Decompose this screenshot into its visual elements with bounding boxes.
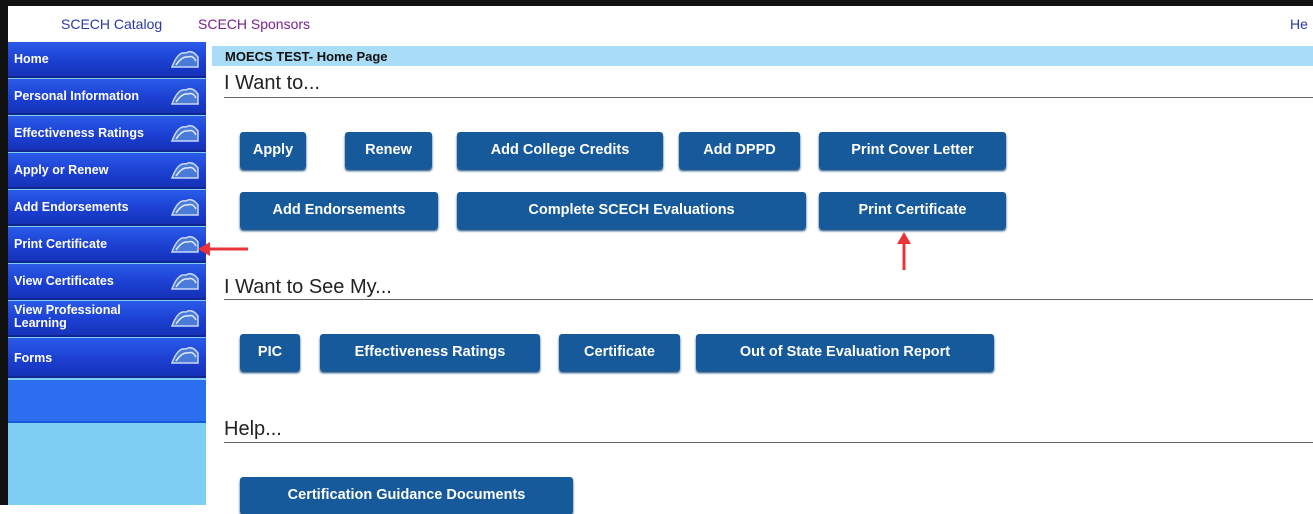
section-divider [224, 97, 1313, 98]
section-title-help: Help... [224, 418, 282, 440]
sidebar-empty-slot [8, 380, 206, 423]
scech-sponsors-link[interactable]: SCECH Sponsors [198, 16, 310, 32]
add-college-credits-button[interactable]: Add College Credits [457, 132, 663, 169]
out-of-state-evaluation-report-button[interactable]: Out of State Evaluation Report [696, 334, 994, 371]
folder-tab-icon [170, 346, 199, 364]
sidebar-item-effectiveness-ratings[interactable]: Effectiveness Ratings [8, 116, 206, 152]
sidebar-item-home[interactable]: Home [8, 42, 206, 78]
sidebar-item-forms[interactable]: Forms [8, 338, 206, 378]
print-certificate-button[interactable]: Print Certificate [819, 192, 1006, 229]
section-divider [224, 442, 1313, 443]
complete-scech-evaluations-button[interactable]: Complete SCECH Evaluations [457, 192, 806, 229]
folder-tab-icon [170, 272, 199, 290]
sidebar-item-add-endorsements[interactable]: Add Endorsements [8, 190, 206, 226]
section-divider [224, 299, 1313, 300]
page-title: MOECS TEST- Home Page [225, 49, 388, 64]
sidebar-item-label: Print Certificate [14, 237, 108, 251]
renew-button[interactable]: Renew [345, 132, 432, 169]
annotation-arrow-left-icon [198, 242, 248, 256]
sidebar-item-label-line2: Learning [14, 316, 67, 330]
sidebar: Home Personal Information Effectiveness … [8, 42, 206, 505]
sidebar-item-personal-information[interactable]: Personal Information [8, 79, 206, 115]
folder-tab-icon [170, 309, 199, 327]
sidebar-item-label: Personal Information [14, 89, 140, 103]
add-dppd-button[interactable]: Add DPPD [679, 132, 800, 169]
sidebar-item-label: Apply or Renew [14, 163, 109, 177]
sidebar-item-label: Add Endorsements [14, 200, 129, 214]
breadcrumb: MOECS TEST- Home Page [212, 46, 1313, 66]
effectiveness-ratings-button[interactable]: Effectiveness Ratings [320, 334, 540, 371]
folder-tab-icon [170, 124, 199, 142]
certificate-button[interactable]: Certificate [559, 334, 680, 371]
sidebar-item-view-certificates[interactable]: View Certificates [8, 264, 206, 300]
sidebar-item-label: Effectiveness Ratings [14, 126, 144, 140]
folder-tab-icon [170, 87, 199, 105]
add-endorsements-button[interactable]: Add Endorsements [240, 192, 438, 229]
sidebar-item-apply-or-renew[interactable]: Apply or Renew [8, 153, 206, 189]
folder-tab-icon [170, 50, 199, 68]
help-link[interactable]: He [1290, 16, 1308, 32]
folder-tab-icon [170, 161, 199, 179]
sidebar-item-label: View Certificates [14, 274, 114, 288]
annotation-arrow-up-icon [897, 232, 911, 270]
sidebar-item-label: Home [14, 52, 49, 66]
window-border-left [0, 0, 8, 505]
pic-button[interactable]: PIC [240, 334, 300, 371]
sidebar-item-view-professional-learning[interactable]: View Professional Learning [8, 301, 206, 337]
certification-guidance-documents-button[interactable]: Certification Guidance Documents [240, 477, 573, 514]
apply-button[interactable]: Apply [240, 132, 306, 169]
scech-catalog-link[interactable]: SCECH Catalog [61, 16, 162, 32]
section-title-i-want-to: I Want to... [224, 72, 320, 94]
sidebar-item-print-certificate[interactable]: Print Certificate [8, 227, 206, 263]
section-title-i-want-to-see-my: I Want to See My... [224, 276, 392, 298]
top-nav: SCECH Catalog SCECH Sponsors He [8, 6, 1313, 38]
sidebar-item-label: Forms [14, 351, 53, 365]
print-cover-letter-button[interactable]: Print Cover Letter [819, 132, 1006, 169]
folder-tab-icon [170, 198, 199, 216]
sidebar-item-label: View Professional Learning [14, 304, 121, 330]
